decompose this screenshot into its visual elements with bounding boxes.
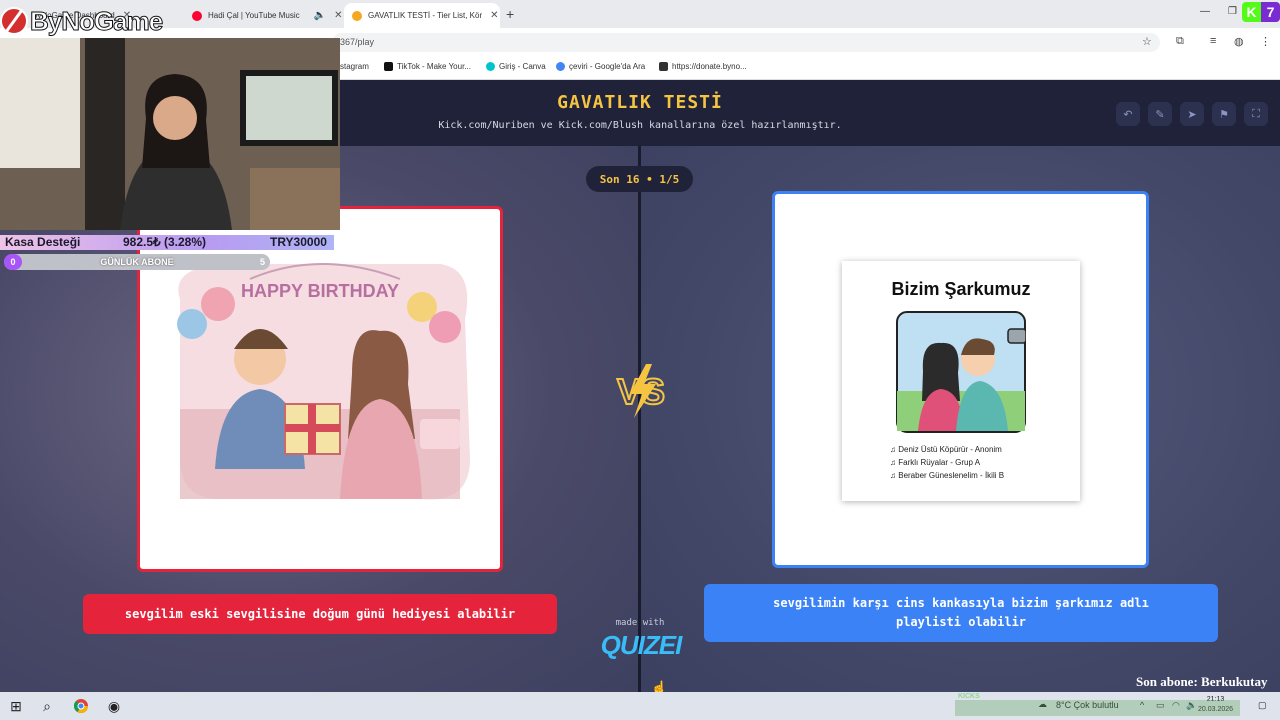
edit-icon[interactable]: ✎	[1148, 102, 1172, 126]
bookmark-donate[interactable]: https://donate.byno...	[659, 62, 747, 71]
song-item: ♫ Farklı Rüyalar - Grup A	[890, 456, 1004, 469]
playlist-title: Bizim Şarkumuz	[891, 279, 1031, 299]
youtube-music-favicon-icon	[192, 10, 202, 21]
kicks-progress-bar	[955, 700, 1240, 716]
k7-logo-icon: K7	[1242, 2, 1280, 22]
speaker-icon[interactable]: 🔈	[314, 10, 326, 21]
music-note-icon: ♫	[890, 445, 899, 454]
fullscreen-icon[interactable]: ⛶	[1244, 102, 1268, 126]
minimize-icon[interactable]: —	[1200, 6, 1210, 17]
restore-icon[interactable]: ❐	[1228, 6, 1237, 17]
search-icon[interactable]: ⌕	[38, 697, 56, 715]
made-with-label: made with	[615, 618, 665, 628]
bookmark-canva[interactable]: Giriş - Canva	[486, 62, 546, 71]
bookmark-label: stagram	[340, 62, 369, 71]
song-title: Deniz Üstü Köpürür - Anonim	[898, 445, 1002, 454]
google-icon	[556, 62, 565, 71]
daily-sub-label: GÜNLÜK ABONE	[100, 257, 174, 267]
right-option-card[interactable]: Bizim Şarkumuz ♫ Deniz Üstü Köpürür - An…	[772, 191, 1149, 568]
donate-icon	[659, 62, 668, 71]
bookmark-label: https://donate.byno...	[672, 62, 747, 71]
bookmark-tiktok[interactable]: TikTok - Make Your...	[384, 62, 471, 71]
couple-selfie-icon	[896, 311, 1026, 433]
song-title: Farklı Rüyalar - Grup A	[898, 458, 981, 467]
menu-kebab-icon[interactable]: ⋮	[1260, 35, 1271, 48]
quizei-logo[interactable]: QUIZEI	[596, 630, 686, 661]
bookmark-label: çeviri - Google'da Ara	[569, 62, 646, 71]
bookmark-google-translate[interactable]: çeviri - Google'da Ara	[556, 62, 645, 71]
vs-lightning-icon: VS	[616, 364, 666, 418]
happy-birthday-banner: HAPPY BIRTHDAY	[241, 281, 399, 301]
bynogame-logo: ByNoGame	[0, 4, 164, 38]
last-subscriber-label: Son abone: Berkukutay	[1136, 674, 1268, 689]
music-note-icon: ♫	[890, 458, 899, 467]
song-title: Beraber Güneslenelim - İkili B	[898, 471, 1005, 480]
song-item: ♫ Deniz Üstü Köpürür - Anonim	[890, 443, 1004, 456]
playlist-songs: ♫ Deniz Üstü Köpürür - Anonim ♫ Farklı R…	[890, 443, 1004, 482]
webcam-feed	[0, 38, 340, 230]
tab-label: Hadi Çal | YouTube Music	[208, 11, 300, 20]
close-icon[interactable]: ✕	[490, 10, 498, 21]
right-option-button[interactable]: sevgilimin karşı cins kankasıyla bizim ş…	[704, 584, 1218, 642]
kasa-label: Kasa Desteği	[5, 235, 81, 249]
daily-sub-max: 5	[259, 257, 265, 267]
url-field[interactable]: 367/play	[332, 33, 1160, 52]
obs-icon[interactable]: ◉	[105, 697, 123, 715]
notification-icon[interactable]: ▢	[1258, 700, 1267, 711]
canva-icon	[486, 62, 495, 71]
extensions-icon[interactable]: ⧉	[1176, 35, 1184, 48]
undo-icon[interactable]: ↶	[1116, 102, 1140, 126]
bynogame-logo-icon	[0, 7, 28, 35]
brand-text: ByNoGame	[29, 5, 163, 36]
hand-cursor-icon: ☝	[651, 680, 668, 692]
kasa-goal: TRY30000	[270, 235, 327, 249]
windows-start-icon[interactable]: ⊞	[7, 697, 25, 715]
close-icon[interactable]: ✕	[334, 10, 342, 21]
flag-icon[interactable]: ⚑	[1212, 102, 1236, 126]
playlist-icon[interactable]: ≡	[1210, 35, 1216, 47]
bookmark-star-icon[interactable]: ☆	[1142, 35, 1152, 48]
kasa-destegi-bar: Kasa Desteği 982.5₺ (3.28%) TRY30000	[0, 235, 334, 250]
daily-sub-count: 0	[4, 254, 22, 270]
round-progress-badge: Son 16 • 1/5	[586, 166, 693, 192]
music-note-icon: ♫	[890, 471, 899, 480]
tab-youtube-music[interactable]: Hadi Çal | YouTube Music 🔈 ✕	[184, 3, 344, 28]
tab-label: GAVATLIK TESTİ - Tier List, Kör	[368, 11, 483, 20]
browser-tab-bar: ByNoGame Dashboard ✕ Hadi Çal | YouTube …	[0, 0, 1280, 28]
quiz-favicon-icon	[352, 10, 362, 21]
bookmark-instagram[interactable]: stagram	[340, 62, 369, 71]
profile-avatar-icon[interactable]: ◍	[1234, 35, 1244, 48]
song-item: ♫ Beraber Güneslenelim - İkili B	[890, 469, 1004, 482]
bookmark-label: TikTok - Make Your...	[397, 62, 471, 71]
tab-gavatlik-testi[interactable]: GAVATLIK TESTİ - Tier List, Kör ✕	[344, 3, 500, 28]
new-tab-button[interactable]: +	[506, 6, 514, 22]
bookmark-label: Giriş - Canva	[499, 62, 546, 71]
chrome-icon[interactable]	[72, 697, 90, 715]
left-option-button[interactable]: sevgilim eski sevgilisine doğum günü hed…	[83, 594, 557, 634]
playlist-cover: Bizim Şarkumuz ♫ Deniz Üstü Köpürür - An…	[842, 261, 1080, 501]
kicks-label: KICKS	[958, 693, 980, 700]
daily-sub-goal-bar: GÜNLÜK ABONE 0 5	[4, 254, 270, 270]
tiktok-icon	[384, 62, 393, 71]
send-icon[interactable]: ➤	[1180, 102, 1204, 126]
streamer-camera-image	[0, 38, 340, 230]
kasa-value: 982.5₺ (3.28%)	[123, 235, 207, 249]
